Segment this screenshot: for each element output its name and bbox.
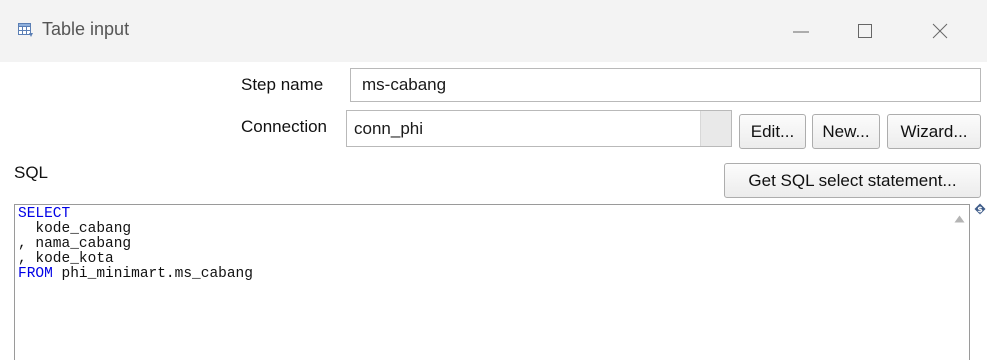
- minimize-icon: [793, 31, 809, 33]
- window-title: Table input: [42, 19, 130, 39]
- variable-diamond-icon: $: [974, 203, 986, 215]
- maximize-button[interactable]: [845, 14, 885, 48]
- close-icon: [932, 23, 948, 39]
- sql-line: , kode_kota: [18, 252, 253, 267]
- title-bar: Table input: [0, 0, 987, 62]
- connection-label: Connection: [241, 117, 328, 136]
- close-button[interactable]: [920, 14, 960, 48]
- sql-line: , nama_cabang: [18, 237, 253, 252]
- sql-text: phi_minimart.ms_cabang: [52, 266, 253, 282]
- new-connection-button[interactable]: New...: [812, 114, 880, 149]
- edit-connection-button[interactable]: Edit...: [739, 114, 806, 149]
- sql-text: kode_cabang: [18, 221, 132, 237]
- sql-keyword: SELECT: [18, 206, 71, 222]
- sql-line: SELECT: [18, 207, 253, 222]
- scroll-up-icon[interactable]: [954, 215, 965, 223]
- wizard-button[interactable]: Wizard...: [887, 114, 981, 149]
- minimize-button[interactable]: [781, 14, 821, 48]
- svg-text:$: $: [977, 205, 983, 214]
- dropdown-arrow-icon[interactable]: [700, 111, 731, 146]
- sql-label: SQL: [14, 163, 49, 182]
- sql-keyword: FROM: [18, 266, 53, 282]
- connection-select[interactable]: conn_phi: [346, 110, 732, 147]
- step-name-label: Step name: [241, 75, 324, 94]
- sql-text: , nama_cabang: [18, 236, 132, 252]
- sql-line: kode_cabang: [18, 222, 253, 237]
- table-grid-icon: [18, 22, 34, 38]
- get-sql-select-button[interactable]: Get SQL select statement...: [724, 163, 981, 198]
- sql-editor[interactable]: SELECT kode_cabang, nama_cabang, kode_ko…: [14, 204, 970, 360]
- sql-scrollbar[interactable]: [949, 205, 969, 360]
- sql-code: SELECT kode_cabang, nama_cabang, kode_ko…: [18, 207, 253, 282]
- maximize-icon: [858, 24, 872, 38]
- sql-text: , kode_kota: [18, 251, 114, 267]
- connection-value: conn_phi: [354, 119, 424, 138]
- step-name-input[interactable]: ms-cabang: [350, 68, 981, 102]
- sql-line: FROM phi_minimart.ms_cabang: [18, 267, 253, 282]
